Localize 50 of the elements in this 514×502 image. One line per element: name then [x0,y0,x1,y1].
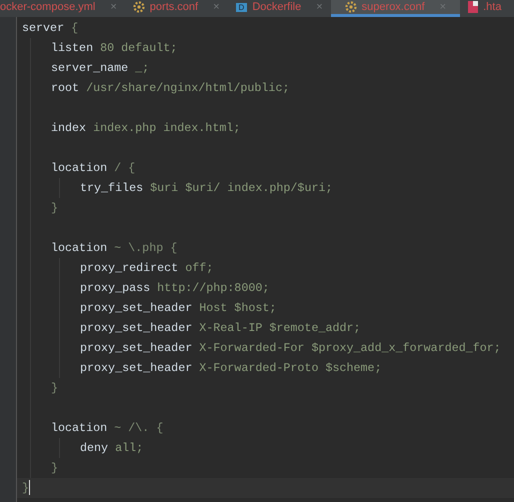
code-token: X-Real-IP $remote_addr; [198,321,361,335]
code-token: location [51,241,108,255]
code-token: ~ \.php { [113,241,178,255]
code-token: X-Forwarded-For $proxy_add_x_forwarded_for; [198,341,501,355]
code-token: proxy_set_header [80,341,192,355]
editor-tab[interactable]: D Dockerfile × [228,0,331,17]
gear-icon [344,1,357,13]
code-token: _; [134,61,150,75]
code-token: index.php index.html; [92,121,240,135]
code-token: /usr/share/nginx/html/public; [85,81,290,95]
code-token: proxy_pass [80,281,150,295]
editor-tab[interactable]: ports.conf × [124,0,228,17]
code-token: proxy_set_header [80,361,192,375]
editor-tab[interactable]: .hta [460,0,510,17]
code-token: server [22,21,64,35]
code-token: { [70,21,78,35]
code-token: location [51,421,108,435]
gear-icon [132,1,145,13]
close-icon[interactable]: × [213,0,220,14]
file-icon [468,1,478,13]
code-token: Host $host; [198,301,276,315]
text-cursor [29,480,30,496]
code-token: deny [80,441,108,455]
code-token: server_name [51,61,128,75]
code-token: proxy_redirect [80,261,178,275]
code-token: listen [51,41,94,55]
close-icon[interactable]: × [316,0,323,14]
code-token: / { [113,161,136,175]
code-token: } [51,381,58,395]
code-token: index [51,121,86,135]
code-token: } [51,201,58,215]
editor-tab[interactable]: ocker-compose.yml × [0,0,125,17]
close-icon[interactable]: × [110,0,117,14]
code-token: root [51,81,80,95]
code-token: 80 default; [99,41,178,55]
code-token: $uri $uri/ index.php/$uri; [149,181,332,195]
code-token: proxy_set_header [80,301,192,315]
code-token: X-Forwarded-Proto $scheme; [198,361,382,375]
editor-tab[interactable]: superox.conf × [330,0,460,17]
code-token: off; [184,261,214,275]
file-type-icon: D [236,2,248,12]
code-token: proxy_set_header [80,321,192,335]
code-token: try_files [80,181,144,195]
code-token: http://php:8000; [156,281,270,295]
code-token: location [51,161,108,175]
code-token: all; [114,441,144,455]
code-token: } [22,481,30,495]
code-token: ~ /\. { [113,421,164,435]
close-icon[interactable]: × [440,0,446,14]
code-token: } [51,461,58,475]
